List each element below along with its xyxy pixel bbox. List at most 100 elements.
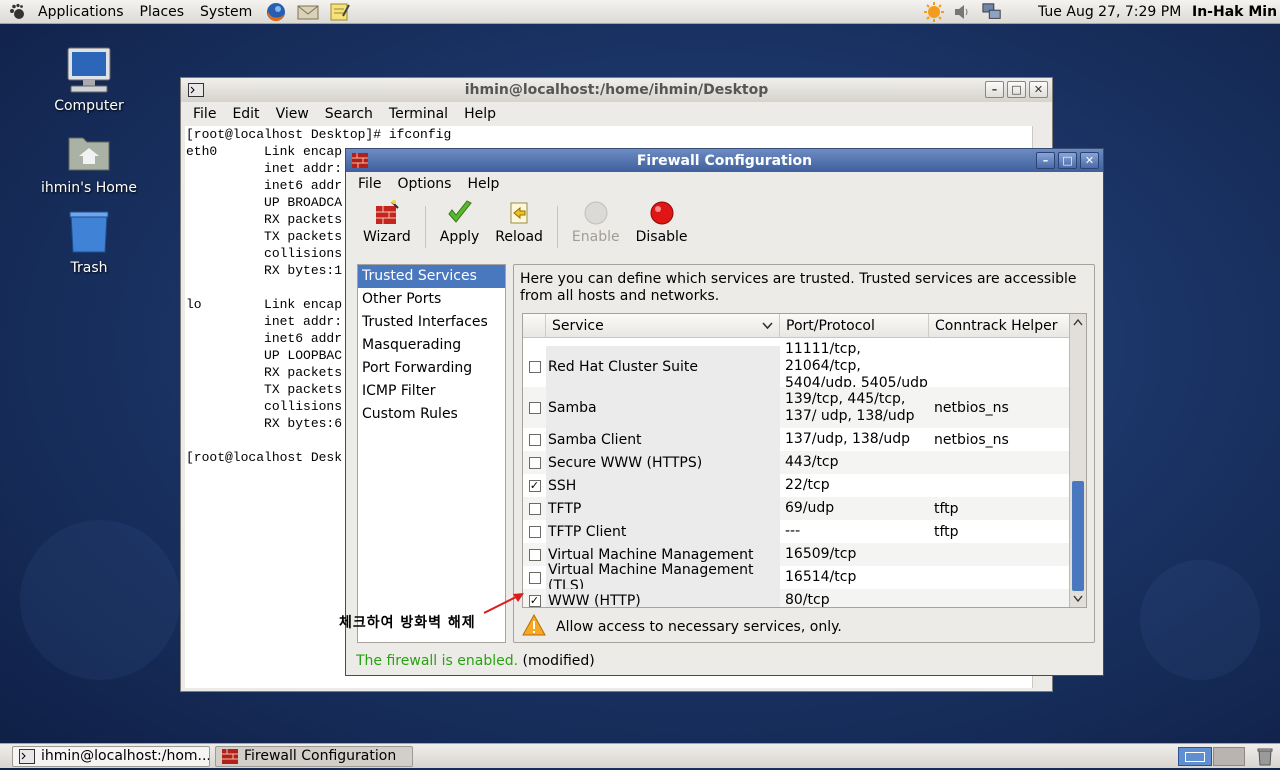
scrollbar-thumb[interactable]: [1072, 481, 1084, 591]
network-icon[interactable]: [982, 2, 1002, 22]
service-cell-check: [523, 346, 546, 387]
disable-button[interactable]: Disable: [628, 196, 696, 245]
nav-icmp-filter[interactable]: ICMP Filter: [358, 380, 505, 403]
table-row[interactable]: Samba Client 137/udp, 138/udp netbios_ns: [523, 428, 1070, 451]
table-row[interactable]: Samba 139/tcp, 445/tcp, 137/ udp, 138/udp…: [523, 387, 1070, 428]
menu-search[interactable]: Search: [317, 106, 381, 122]
close-button[interactable]: ✕: [1029, 81, 1048, 98]
maximize-button[interactable]: □: [1007, 81, 1026, 98]
wizard-label: Wizard: [363, 229, 411, 245]
minimize-button[interactable]: –: [985, 81, 1004, 98]
desktop-icon-computer[interactable]: Computer: [34, 46, 144, 114]
service-checkbox[interactable]: [528, 548, 541, 561]
service-helper: netbios_ns: [929, 387, 1070, 428]
nav-trusted-services[interactable]: Trusted Services: [358, 265, 505, 288]
menu-options[interactable]: Options: [389, 176, 459, 192]
firewall-toolbar: Wizard Apply Reload Enable Disable: [346, 196, 1103, 254]
desktop-icon-label: Trash: [70, 260, 108, 276]
close-button[interactable]: ✕: [1080, 152, 1099, 169]
menu-help[interactable]: Help: [456, 106, 504, 122]
workspace-2[interactable]: [1213, 747, 1245, 766]
wizard-button[interactable]: Wizard: [355, 196, 419, 245]
table-scrollbar[interactable]: [1069, 314, 1086, 607]
mail-icon[interactable]: [297, 2, 319, 22]
service-port: 80/tcp: [780, 589, 929, 607]
service-checkbox[interactable]: [528, 433, 541, 446]
service-checkbox[interactable]: [528, 525, 541, 538]
service-checkbox[interactable]: ✓: [528, 594, 541, 607]
service-checkbox[interactable]: [528, 502, 541, 515]
table-row[interactable]: ✓ WWW (HTTP) 80/tcp: [523, 589, 1070, 607]
taskbar-item-terminal[interactable]: ihmin@localhost:/hom...: [12, 746, 210, 767]
service-helper: tftp: [934, 523, 959, 540]
menu-terminal[interactable]: Terminal: [381, 106, 456, 122]
column-label: Service: [552, 318, 604, 334]
column-header-service[interactable]: Service: [546, 314, 780, 338]
gnome-foot-icon[interactable]: [8, 2, 30, 22]
taskbar-item-firewall[interactable]: Firewall Configuration: [215, 746, 413, 767]
clock[interactable]: Tue Aug 27, 7:29 PM: [1038, 0, 1181, 24]
table-row[interactable]: Virtual Machine Management (TLS) 16514/tc…: [523, 562, 1070, 594]
computer-icon: [65, 46, 113, 94]
scroll-up-icon[interactable]: [1073, 318, 1083, 326]
service-port: 443/tcp: [780, 451, 929, 474]
service-checkbox[interactable]: [528, 360, 541, 373]
terminal-icon: [19, 749, 35, 764]
service-checkbox[interactable]: [528, 456, 541, 469]
nav-other-ports[interactable]: Other Ports: [358, 288, 505, 311]
volume-icon[interactable]: [952, 2, 972, 22]
column-header-helper[interactable]: Conntrack Helper: [929, 314, 1070, 338]
warning-row: Allow access to necessary services, only…: [522, 613, 842, 640]
column-header-port[interactable]: Port/Protocol: [780, 314, 929, 338]
desktop-icon-home[interactable]: ihmin's Home: [34, 128, 144, 196]
enable-button[interactable]: Enable: [564, 196, 628, 245]
table-body: Red Hat Cluster Suite 11111/tcp, 21064/tc…: [523, 341, 1070, 607]
firewall-titlebar[interactable]: Firewall Configuration – □ ✕: [346, 149, 1103, 172]
nav-port-forwarding[interactable]: Port Forwarding: [358, 357, 505, 380]
category-list: Trusted Services Other Ports Trusted Int…: [357, 264, 506, 643]
show-trash-icon[interactable]: [1256, 747, 1274, 766]
service-checkbox[interactable]: [528, 571, 541, 584]
services-description: Here you can define which services are t…: [520, 271, 1077, 304]
table-row[interactable]: TFTP Client --- tftp: [523, 520, 1070, 543]
menu-help[interactable]: Help: [459, 176, 507, 192]
nav-custom-rules[interactable]: Custom Rules: [358, 403, 505, 426]
firewall-app-icon: [222, 749, 238, 764]
desktop-icon-trash[interactable]: Trash: [34, 208, 144, 276]
system-menu[interactable]: System: [192, 0, 260, 24]
nav-masquerading[interactable]: Masquerading: [358, 334, 505, 357]
user-name[interactable]: In-Hak Min: [1192, 0, 1277, 24]
applications-menu[interactable]: Applications: [30, 0, 132, 24]
service-cell-check: [523, 387, 546, 428]
text-editor-icon[interactable]: [329, 2, 351, 22]
apply-button[interactable]: Apply: [432, 196, 488, 245]
workspace-1[interactable]: [1178, 747, 1212, 766]
service-checkbox[interactable]: ✓: [528, 479, 541, 492]
minimize-button[interactable]: –: [1036, 152, 1055, 169]
home-folder-icon: [65, 128, 113, 176]
workspace-window-thumb: [1185, 752, 1205, 762]
service-checkbox[interactable]: [528, 401, 541, 414]
menu-file[interactable]: File: [185, 106, 224, 122]
table-row[interactable]: ✓ SSH 22/tcp: [523, 474, 1070, 497]
menu-edit[interactable]: Edit: [224, 106, 267, 122]
warning-icon: [522, 613, 546, 640]
terminal-menubar: File Edit View Search Terminal Help: [181, 102, 1052, 126]
firefox-icon[interactable]: [265, 2, 287, 22]
firewall-title: Firewall Configuration: [636, 152, 813, 169]
nav-trusted-interfaces[interactable]: Trusted Interfaces: [358, 311, 505, 334]
menu-view[interactable]: View: [268, 106, 317, 122]
menu-file[interactable]: File: [350, 176, 389, 192]
table-row[interactable]: TFTP 69/udp tftp: [523, 497, 1070, 520]
scroll-down-icon[interactable]: [1073, 595, 1083, 603]
status-bar: The firewall is enabled. (modified): [356, 653, 595, 669]
terminal-titlebar[interactable]: ihmin@localhost:/home/ihmin/Desktop – □ …: [181, 78, 1052, 102]
places-menu[interactable]: Places: [132, 0, 193, 24]
service-port: 22/tcp: [785, 477, 830, 493]
table-row[interactable]: Secure WWW (HTTPS) 443/tcp: [523, 451, 1070, 474]
table-row[interactable]: Red Hat Cluster Suite 11111/tcp, 21064/tc…: [523, 341, 1070, 391]
disable-label: Disable: [635, 229, 688, 245]
update-notifier-icon[interactable]: [924, 2, 944, 22]
reload-button[interactable]: Reload: [487, 196, 551, 245]
maximize-button[interactable]: □: [1058, 152, 1077, 169]
